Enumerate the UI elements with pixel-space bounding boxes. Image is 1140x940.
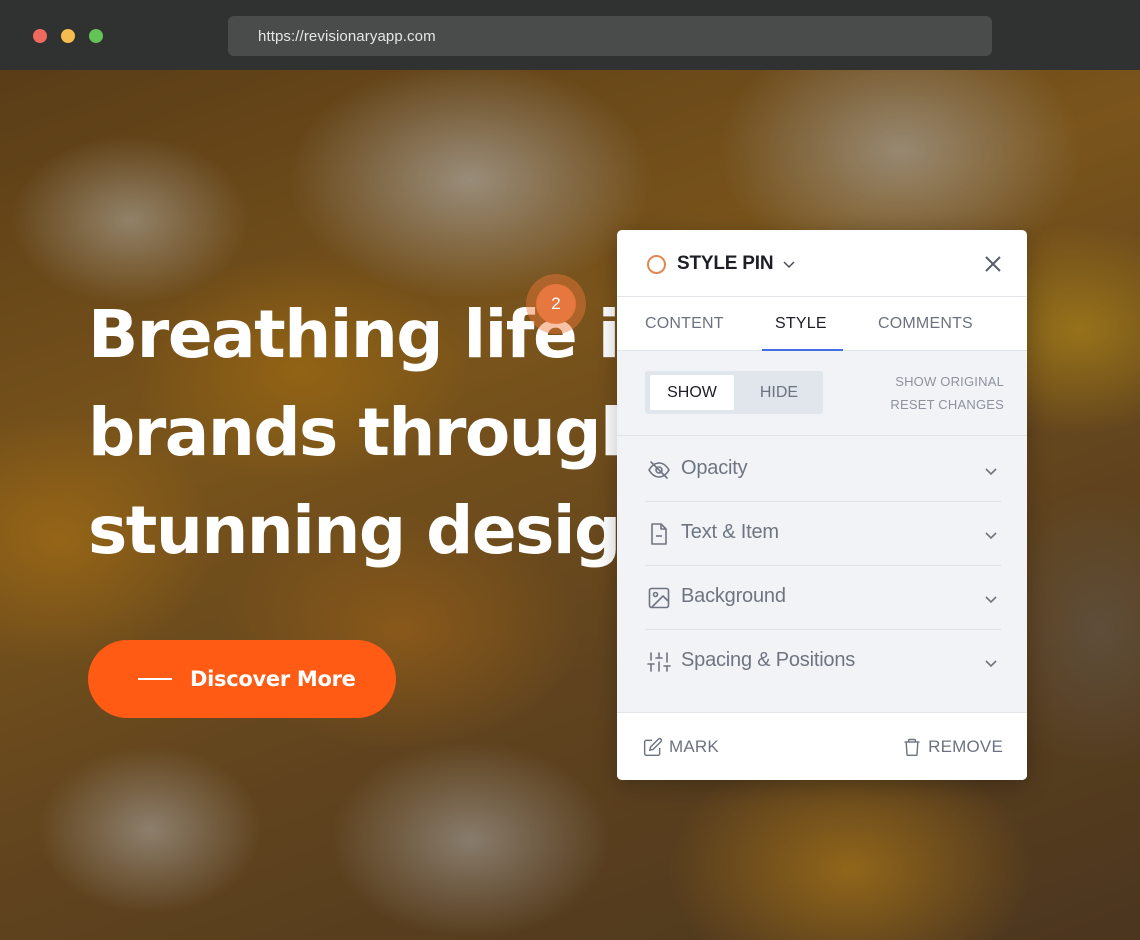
hide-toggle-button[interactable]: HIDE xyxy=(740,375,818,410)
dash-icon xyxy=(138,678,172,680)
section-background[interactable]: Background xyxy=(645,566,1001,630)
maximize-window-button[interactable] xyxy=(89,29,103,43)
discover-more-label: Discover More xyxy=(190,667,356,691)
headline-line-3: stunning design xyxy=(88,492,667,569)
trash-icon xyxy=(904,738,920,757)
mark-button[interactable]: MARK xyxy=(643,737,719,757)
mark-label: MARK xyxy=(669,737,719,756)
chevron-down-icon xyxy=(985,468,997,476)
edit-icon xyxy=(643,737,663,757)
tab-style[interactable]: STYLE xyxy=(775,315,827,333)
file-icon xyxy=(651,523,667,545)
image-icon xyxy=(648,587,670,609)
section-label: Spacing & Positions xyxy=(681,649,856,671)
discover-more-button[interactable]: Discover More xyxy=(88,640,396,718)
section-spacing-positions[interactable]: Spacing & Positions xyxy=(645,630,1001,694)
reset-changes-link[interactable]: RESET CHANGES xyxy=(890,397,1004,412)
chevron-down-icon xyxy=(985,660,997,668)
chevron-down-icon xyxy=(985,532,997,540)
section-label: Background xyxy=(681,585,786,607)
panel-header: STYLE PIN xyxy=(617,230,1027,297)
pin-ring-icon xyxy=(647,255,666,274)
style-pin-marker[interactable]: 2 xyxy=(536,284,576,324)
chevron-down-icon xyxy=(985,596,997,604)
tab-content[interactable]: CONTENT xyxy=(645,315,724,333)
section-label: Opacity xyxy=(681,457,748,479)
panel-title[interactable]: STYLE PIN xyxy=(677,253,774,275)
visibility-toggle: SHOW HIDE xyxy=(645,371,823,414)
close-icon[interactable] xyxy=(981,252,1005,276)
show-toggle-button[interactable]: SHOW xyxy=(650,375,734,410)
tab-comments[interactable]: COMMENTS xyxy=(878,315,973,333)
panel-body: SHOW HIDE SHOW ORIGINAL RESET CHANGES Op… xyxy=(617,351,1027,712)
remove-label: REMOVE xyxy=(928,737,1003,756)
browser-chrome: https://revisionaryapp.com xyxy=(0,0,1140,70)
section-opacity[interactable]: Opacity xyxy=(645,438,1001,502)
panel-tabs: CONTENT STYLE COMMENTS xyxy=(617,297,1027,351)
address-bar[interactable]: https://revisionaryapp.com xyxy=(228,16,992,56)
style-pin-panel: STYLE PIN CONTENT STYLE COMMENTS SHOW HI… xyxy=(617,230,1027,780)
close-window-button[interactable] xyxy=(33,29,47,43)
sliders-icon xyxy=(647,652,671,672)
eye-off-icon xyxy=(648,461,670,479)
chevron-down-icon[interactable] xyxy=(782,257,796,271)
show-original-link[interactable]: SHOW ORIGINAL xyxy=(895,374,1004,389)
panel-footer: MARK REMOVE xyxy=(617,712,1027,780)
remove-button[interactable]: REMOVE xyxy=(902,737,1003,757)
headline-line-2: brands through xyxy=(88,394,647,471)
section-label: Text & Item xyxy=(681,521,779,543)
minimize-window-button[interactable] xyxy=(61,29,75,43)
address-bar-url: https://revisionaryapp.com xyxy=(258,28,436,45)
section-text-item[interactable]: Text & Item xyxy=(645,502,1001,566)
